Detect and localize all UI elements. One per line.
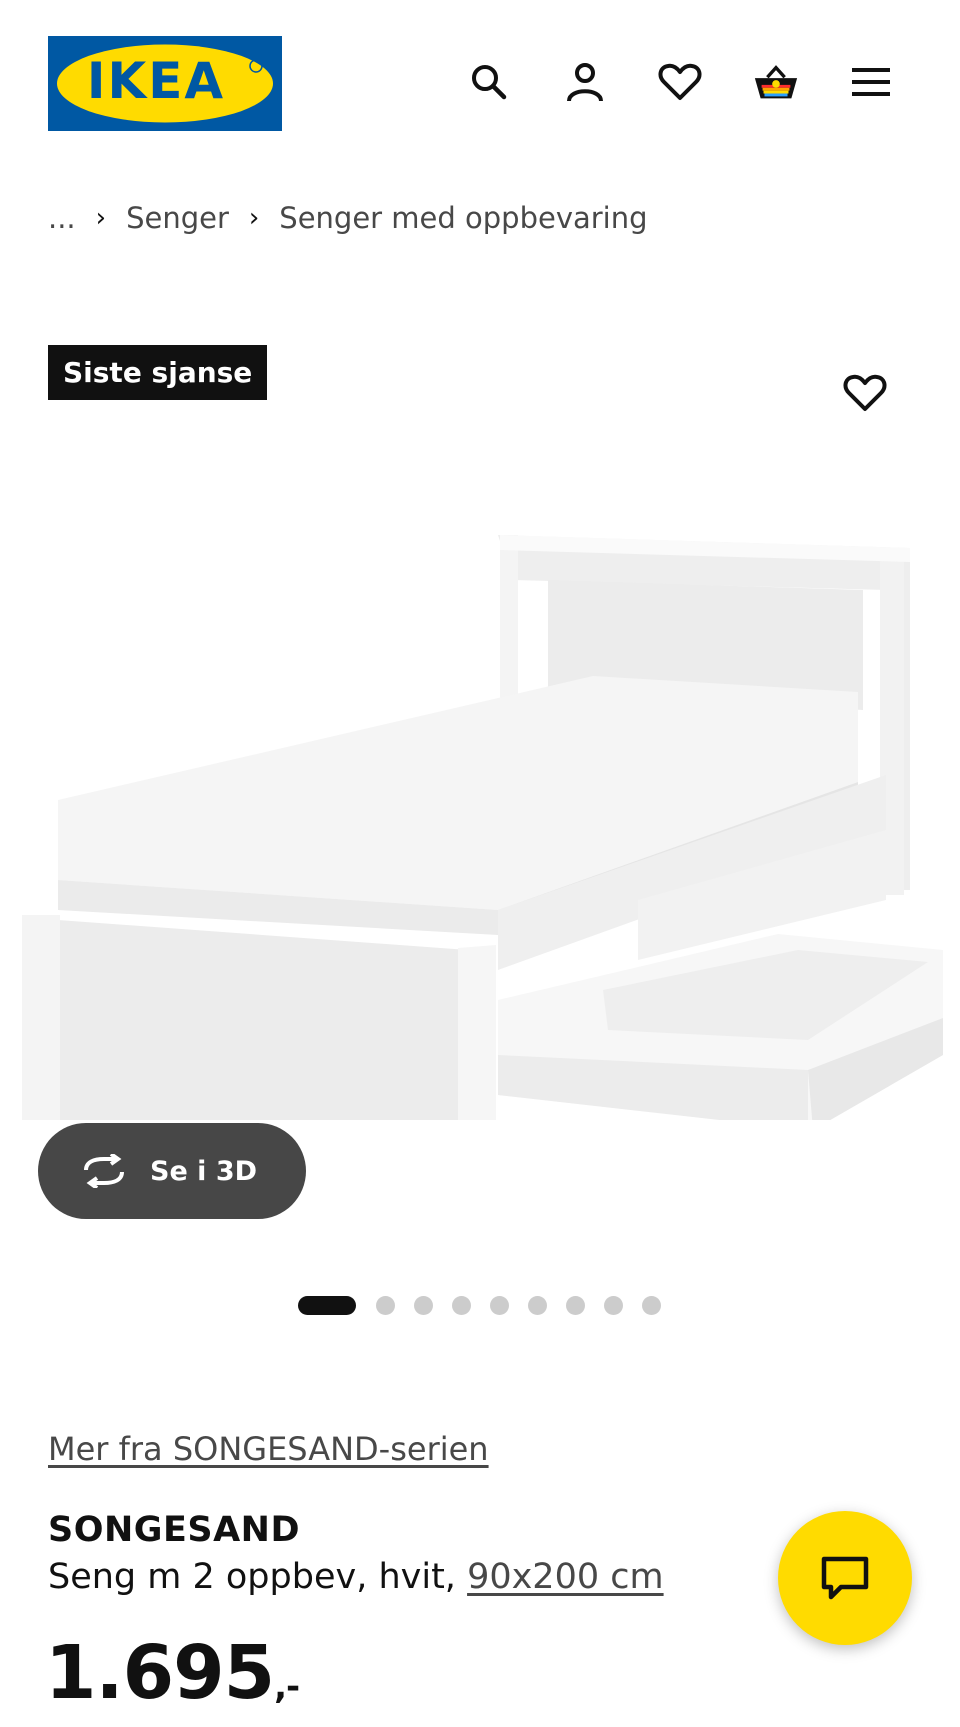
pagination-dot[interactable] xyxy=(452,1295,471,1315)
header-icon-bar xyxy=(455,58,895,106)
chevron-right-icon: › xyxy=(248,203,260,233)
breadcrumb-item-senger[interactable]: Senger xyxy=(126,201,229,235)
header: IKEA xyxy=(0,0,960,150)
breadcrumb: ... › Senger › Senger med oppbevaring xyxy=(48,198,648,238)
pagination-dot[interactable] xyxy=(604,1295,623,1315)
ikea-logo[interactable]: IKEA xyxy=(48,36,282,131)
menu-icon[interactable] xyxy=(847,58,895,106)
pagination-dot[interactable] xyxy=(642,1295,661,1315)
product-name: SONGESAND xyxy=(48,1510,301,1550)
pagination-dot[interactable] xyxy=(490,1295,509,1315)
heart-icon[interactable] xyxy=(656,58,704,106)
price-suffix: ,- xyxy=(274,1667,300,1707)
view-in-3d-button[interactable]: Se i 3D xyxy=(38,1123,306,1219)
breadcrumb-ellipsis[interactable]: ... xyxy=(48,201,76,235)
chat-button[interactable] xyxy=(778,1511,912,1645)
basket-icon[interactable] xyxy=(752,58,800,106)
breadcrumb-item-senger-med-oppbevaring[interactable]: Senger med oppbevaring xyxy=(279,201,647,235)
add-to-favourites-button[interactable] xyxy=(838,366,892,420)
logo-text: IKEA xyxy=(87,52,225,110)
chevron-right-icon: › xyxy=(95,203,107,233)
pagination-dot[interactable] xyxy=(566,1295,585,1315)
account-icon[interactable] xyxy=(561,58,609,106)
product-image[interactable] xyxy=(18,430,943,1120)
product-price: 1.695,- xyxy=(45,1630,300,1716)
product-gallery: Siste sjanse Se i 3D xyxy=(0,330,960,1230)
pagination-dot-active[interactable] xyxy=(298,1295,356,1315)
price-value: 1.695 xyxy=(45,1630,275,1716)
pagination-dot[interactable] xyxy=(376,1295,395,1315)
search-icon[interactable] xyxy=(465,58,513,106)
image-pagination xyxy=(298,1295,680,1315)
product-description-text: Seng m 2 oppbev, hvit, xyxy=(48,1557,456,1597)
heart-icon xyxy=(843,374,887,411)
series-link[interactable]: Mer fra SONGESAND-serien xyxy=(48,1430,489,1468)
view-in-3d-label: Se i 3D xyxy=(150,1155,258,1187)
product-size-link[interactable]: 90x200 cm xyxy=(467,1557,664,1597)
chat-icon xyxy=(821,1556,869,1600)
product-description: Seng m 2 oppbev, hvit, 90x200 cm xyxy=(48,1557,664,1597)
last-chance-badge: Siste sjanse xyxy=(48,345,268,400)
rotate-3d-icon xyxy=(84,1154,124,1188)
pagination-dot[interactable] xyxy=(414,1295,433,1315)
pagination-dot[interactable] xyxy=(528,1295,547,1315)
